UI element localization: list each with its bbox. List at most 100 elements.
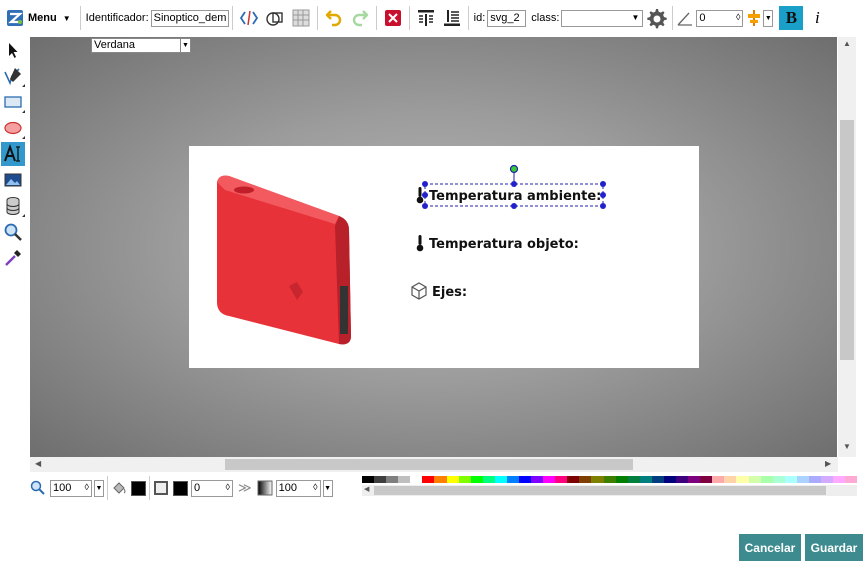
cancel-button[interactable]: Cancelar: [739, 534, 801, 561]
stroke-width-input[interactable]: 0 ◊: [191, 479, 233, 497]
palette-swatch[interactable]: [712, 476, 725, 483]
palette-swatch[interactable]: [531, 476, 544, 483]
palette-swatch[interactable]: [615, 476, 628, 483]
palette-swatch[interactable]: [591, 476, 604, 483]
workarea[interactable]: Verdana ▼ Temperatura ambiente: Temperat…: [30, 37, 837, 457]
stroke-color-swatch[interactable]: [173, 480, 188, 496]
vertical-scroll-thumb[interactable]: [840, 120, 854, 360]
palette-swatch[interactable]: [519, 476, 532, 483]
horizontal-scrollbar[interactable]: ◀ ▶: [30, 457, 838, 472]
palette-swatch[interactable]: [422, 476, 435, 483]
palette-swatch[interactable]: [374, 476, 387, 483]
eyedropper-tool[interactable]: [1, 246, 25, 270]
text-icon: [4, 144, 20, 162]
rectangle-tool[interactable]: [1, 90, 25, 114]
scroll-up-icon[interactable]: ▲: [843, 39, 851, 48]
palette-swatch[interactable]: [603, 476, 616, 483]
palette-swatch[interactable]: [482, 476, 495, 483]
class-select[interactable]: ▼: [561, 9, 644, 27]
palette-swatch[interactable]: [386, 476, 399, 483]
zoom-input[interactable]: 100 ◊: [50, 479, 92, 497]
palette-swatch[interactable]: [700, 476, 713, 483]
palette-swatch[interactable]: [567, 476, 580, 483]
bold-button[interactable]: B: [779, 6, 804, 30]
palette-swatch[interactable]: [845, 476, 858, 483]
palette-swatch[interactable]: [639, 476, 652, 483]
palette-swatch[interactable]: [458, 476, 471, 483]
source-button[interactable]: [237, 6, 261, 30]
palette-swatch[interactable]: [688, 476, 701, 483]
redo-button[interactable]: [348, 6, 372, 30]
move-top-button[interactable]: [414, 6, 438, 30]
palette-swatch[interactable]: [543, 476, 556, 483]
sensor-device-image[interactable]: [217, 175, 351, 345]
ellipse-tool[interactable]: [1, 116, 25, 140]
angle-input[interactable]: 0 ◊: [696, 9, 744, 27]
palette-swatch[interactable]: [772, 476, 785, 483]
ambient-temperature-label[interactable]: Temperatura ambiente:: [429, 189, 601, 204]
svg-canvas[interactable]: Temperatura ambiente: Temperatura objeto…: [189, 146, 699, 368]
palette-swatch[interactable]: [579, 476, 592, 483]
delete-button[interactable]: [381, 6, 405, 30]
palette-swatch[interactable]: [506, 476, 520, 483]
zoom-tool[interactable]: [1, 220, 25, 244]
palette-swatch[interactable]: [796, 476, 809, 483]
scroll-left-icon[interactable]: ◀: [364, 485, 369, 493]
palette-swatch[interactable]: [470, 476, 483, 483]
palette-scroll-thumb[interactable]: [374, 486, 826, 495]
fill-color-swatch[interactable]: [131, 480, 146, 496]
palette-scrollbar[interactable]: ◀: [362, 485, 857, 496]
library-tool[interactable]: [1, 194, 25, 218]
grid-button[interactable]: [289, 6, 313, 30]
palette-swatch[interactable]: [362, 476, 375, 483]
palette-swatch[interactable]: [434, 476, 447, 483]
palette-swatch[interactable]: [663, 476, 677, 483]
save-button[interactable]: Guardar: [805, 534, 863, 561]
palette-swatch[interactable]: [808, 476, 821, 483]
identifier-input[interactable]: [150, 9, 229, 27]
opacity-dropdown[interactable]: ▼: [322, 479, 333, 497]
italic-button[interactable]: i: [805, 6, 829, 30]
undo-button[interactable]: [322, 6, 346, 30]
axes-label[interactable]: Ejes:: [432, 285, 467, 300]
text-tool[interactable]: [1, 142, 25, 166]
horizontal-scroll-thumb[interactable]: [225, 459, 633, 470]
scroll-down-icon[interactable]: ▼: [843, 442, 851, 451]
zoom-dropdown[interactable]: ▼: [94, 479, 104, 497]
main-menu-button[interactable]: Menu ▼: [4, 6, 73, 30]
color-palette[interactable]: ◀: [362, 476, 858, 496]
id-input[interactable]: [487, 9, 527, 27]
settings-button[interactable]: [644, 6, 668, 30]
palette-swatch[interactable]: [627, 476, 640, 483]
palette-swatch[interactable]: [724, 476, 737, 483]
palette-swatch[interactable]: [748, 476, 761, 483]
scroll-left-icon[interactable]: ◀: [35, 459, 41, 468]
align-dropdown[interactable]: ▼: [763, 9, 774, 27]
image-tool[interactable]: [1, 168, 25, 192]
palette-swatch[interactable]: [410, 476, 423, 483]
palette-swatch[interactable]: [736, 476, 749, 483]
palette-swatch[interactable]: [820, 476, 834, 483]
palette-swatch[interactable]: [494, 476, 507, 483]
align-icon[interactable]: [747, 9, 761, 27]
palette-swatch[interactable]: [651, 476, 664, 483]
palette-swatch[interactable]: [760, 476, 773, 483]
vertical-scrollbar[interactable]: ▲ ▼: [838, 37, 856, 457]
object-temperature-label[interactable]: Temperatura objeto:: [429, 237, 579, 252]
scroll-right-icon[interactable]: ▶: [825, 459, 831, 468]
palette-swatch[interactable]: [784, 476, 797, 483]
font-family-select[interactable]: Verdana ▼: [91, 38, 191, 53]
palette-swatch[interactable]: [555, 476, 568, 483]
gear-icon: [647, 9, 668, 29]
palette-swatches[interactable]: [362, 476, 858, 483]
palette-swatch[interactable]: [833, 476, 846, 483]
stroke-style-icon[interactable]: ≫: [238, 480, 252, 496]
palette-swatch[interactable]: [446, 476, 459, 483]
move-bottom-button[interactable]: [440, 6, 464, 30]
select-tool[interactable]: [1, 38, 25, 62]
pen-tool[interactable]: [1, 64, 25, 88]
palette-swatch[interactable]: [676, 476, 689, 483]
palette-swatch[interactable]: [398, 476, 411, 483]
wireframe-button[interactable]: [263, 6, 287, 30]
opacity-input[interactable]: 100 ◊: [275, 479, 321, 497]
